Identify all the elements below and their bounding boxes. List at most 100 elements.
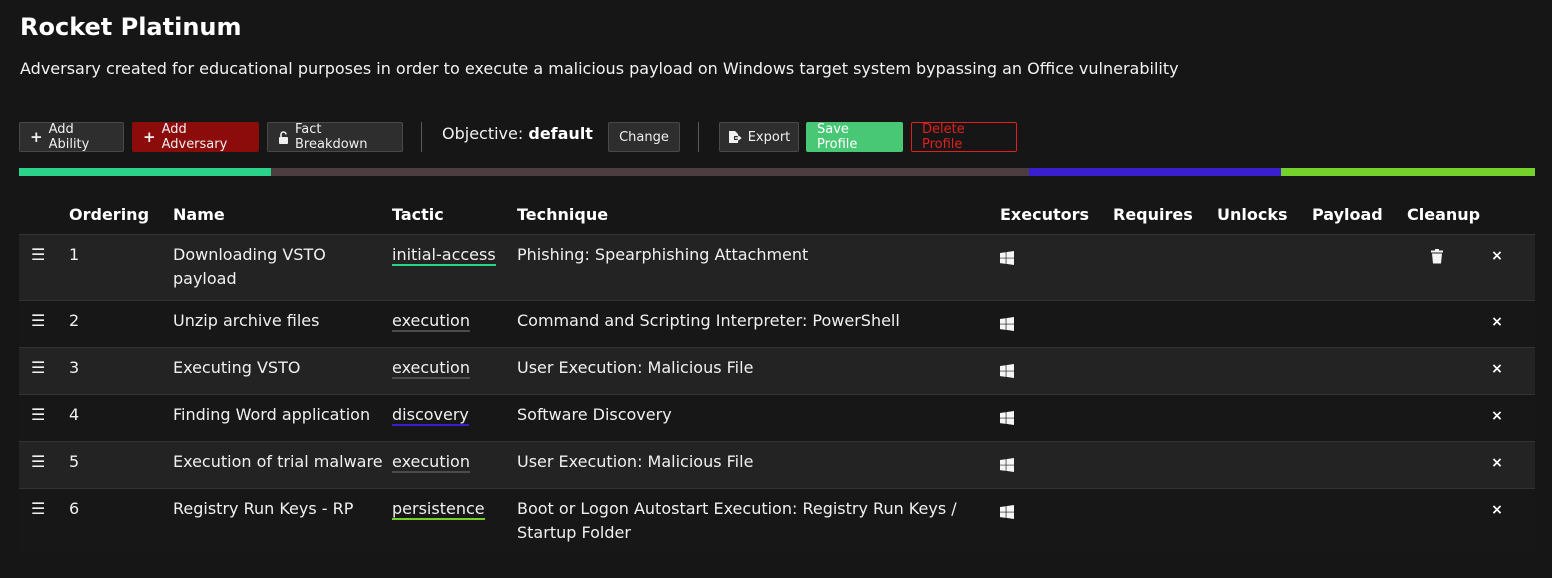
row-payload (1312, 488, 1407, 554)
row-executors (1000, 300, 1113, 348)
tactic-tag: discovery (392, 405, 469, 426)
drag-handle-icon[interactable]: ☰ (19, 347, 69, 395)
trash-icon (1431, 247, 1443, 271)
row-payload (1312, 394, 1407, 442)
row-payload (1312, 347, 1407, 395)
save-profile-label: Save Profile (817, 122, 858, 152)
table-row[interactable]: ☰ 5 Execution of trial malware execution Use… (19, 441, 1535, 489)
change-objective-button[interactable]: Change (608, 122, 680, 152)
header-unlocks: Unlocks (1217, 204, 1288, 224)
row-unlocks (1217, 394, 1312, 442)
remove-ability-icon[interactable]: × (1487, 313, 1507, 333)
remove-ability-icon[interactable]: × (1487, 501, 1507, 521)
windows-icon (1000, 314, 1014, 338)
drag-handle-icon[interactable]: ☰ (19, 441, 69, 489)
windows-icon (1000, 361, 1014, 385)
row-ability-name: Registry Run Keys - RP (173, 488, 392, 554)
row-order: 4 (69, 394, 173, 442)
row-tactic: execution (392, 300, 517, 348)
row-requires (1113, 394, 1217, 442)
header-ordering: Ordering (69, 204, 150, 224)
toolbar-divider (421, 122, 422, 152)
adversary-description: Adversary created for educational purpos… (20, 59, 1179, 78)
row-cleanup (1407, 234, 1487, 301)
row-requires (1113, 234, 1217, 301)
row-cleanup (1407, 347, 1487, 395)
row-executors (1000, 394, 1113, 442)
header-actions (1487, 192, 1535, 235)
row-unlocks (1217, 300, 1312, 348)
row-technique: Software Discovery (517, 394, 1000, 442)
windows-icon (1000, 248, 1014, 272)
row-unlocks (1217, 441, 1312, 489)
table-row[interactable]: ☰ 2 Unzip archive files execution Command an… (19, 300, 1535, 348)
table-row[interactable]: ☰ 3 Executing VSTO execution User Execution:… (19, 347, 1535, 395)
row-unlocks (1217, 347, 1312, 395)
tactic-bar-segment (1029, 168, 1281, 176)
table-row[interactable]: ☰ 6 Registry Run Keys - RP persistence Boot … (19, 488, 1535, 554)
plus-icon: + (143, 127, 156, 146)
tactic-tag: persistence (392, 499, 485, 520)
header-cleanup: Cleanup (1407, 204, 1481, 224)
drag-handle-icon[interactable]: ☰ (19, 300, 69, 348)
remove-ability-icon[interactable]: × (1487, 360, 1507, 380)
objective-display: Objective: default (442, 124, 593, 143)
tactic-tag: initial-access (392, 245, 496, 266)
add-ability-label: Add Ability (48, 122, 90, 152)
table-row[interactable]: ☰ 1 Downloading VSTO payload initial-access… (19, 234, 1535, 301)
drag-handle-icon[interactable]: ☰ (19, 234, 69, 301)
tactic-tag: execution (392, 311, 470, 332)
windows-icon (1000, 455, 1014, 479)
drag-handle-icon[interactable]: ☰ (19, 394, 69, 442)
add-adversary-label: Add Adversary (161, 122, 228, 152)
row-ability-name: Finding Word application (173, 394, 392, 442)
abilities-table: Ordering Name Tactic Technique Executors… (19, 192, 1535, 554)
header-technique: Technique (517, 204, 609, 224)
export-file-icon (728, 130, 742, 144)
windows-icon (1000, 502, 1014, 526)
header-requires: Requires (1113, 204, 1193, 224)
row-technique: User Execution: Malicious File (517, 347, 1000, 395)
header-handle (19, 192, 69, 235)
row-payload (1312, 441, 1407, 489)
row-executors (1000, 441, 1113, 489)
add-ability-button[interactable]: + Add Ability (19, 122, 124, 152)
row-cleanup (1407, 488, 1487, 554)
header-name: Name (173, 204, 225, 224)
tactic-bar-segment (1281, 168, 1535, 176)
row-cleanup (1407, 441, 1487, 489)
add-adversary-button[interactable]: + Add Adversary (132, 122, 259, 152)
header-tactic: Tactic (392, 204, 444, 224)
plus-icon: + (30, 127, 43, 146)
header-executors: Executors (1000, 204, 1090, 224)
row-tactic: discovery (392, 394, 517, 442)
toolbar-divider (698, 122, 699, 152)
row-cleanup (1407, 300, 1487, 348)
row-order: 6 (69, 488, 173, 554)
export-label: Export (747, 129, 791, 145)
remove-ability-icon[interactable]: × (1487, 407, 1507, 427)
remove-ability-icon[interactable]: × (1487, 454, 1507, 474)
objective-label: Objective: (442, 124, 524, 143)
windows-icon (1000, 408, 1014, 432)
delete-profile-button[interactable]: Delete Profile (911, 122, 1017, 152)
row-actions: × (1487, 441, 1535, 489)
toolbar: + Add Ability + Add Adversary Fact Break… (19, 122, 1019, 152)
fact-breakdown-button[interactable]: Fact Breakdown (267, 122, 403, 152)
row-actions: × (1487, 347, 1535, 395)
row-technique: Command and Scripting Interpreter: Power… (517, 300, 1000, 348)
row-order: 3 (69, 347, 173, 395)
row-executors (1000, 488, 1113, 554)
table-row[interactable]: ☰ 4 Finding Word application discovery Softw… (19, 394, 1535, 442)
row-payload (1312, 234, 1407, 301)
row-payload (1312, 300, 1407, 348)
row-order: 1 (69, 234, 173, 301)
tactic-bar-segment (19, 168, 271, 176)
row-requires (1113, 347, 1217, 395)
drag-handle-icon[interactable]: ☰ (19, 488, 69, 554)
remove-ability-icon[interactable]: × (1487, 247, 1507, 267)
save-profile-button[interactable]: Save Profile (806, 122, 903, 152)
delete-profile-label: Delete Profile (922, 122, 965, 152)
row-tactic: execution (392, 441, 517, 489)
export-button[interactable]: Export (719, 122, 799, 152)
